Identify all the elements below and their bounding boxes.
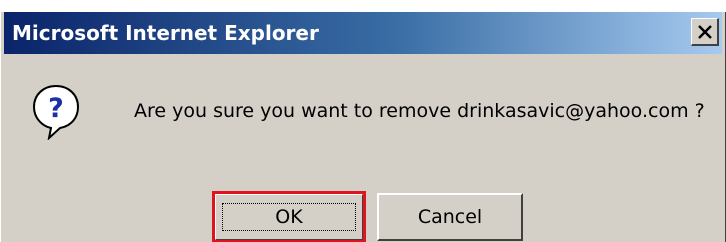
confirm-message: Are you sure you want to remove drinkasa… xyxy=(134,100,705,122)
ok-button-label: OK xyxy=(222,203,356,231)
confirm-dialog: Microsoft Internet Explorer ? Are you su… xyxy=(0,12,726,242)
title-bar[interactable]: Microsoft Internet Explorer xyxy=(4,12,722,54)
window-title: Microsoft Internet Explorer xyxy=(12,21,319,45)
svg-text:?: ? xyxy=(48,93,64,124)
close-button[interactable] xyxy=(691,18,719,46)
question-icon: ? xyxy=(32,84,80,140)
ok-button[interactable]: OK xyxy=(212,191,366,242)
close-icon xyxy=(698,25,712,39)
cancel-button-label: Cancel xyxy=(417,206,483,228)
cancel-button[interactable]: Cancel xyxy=(377,193,523,241)
